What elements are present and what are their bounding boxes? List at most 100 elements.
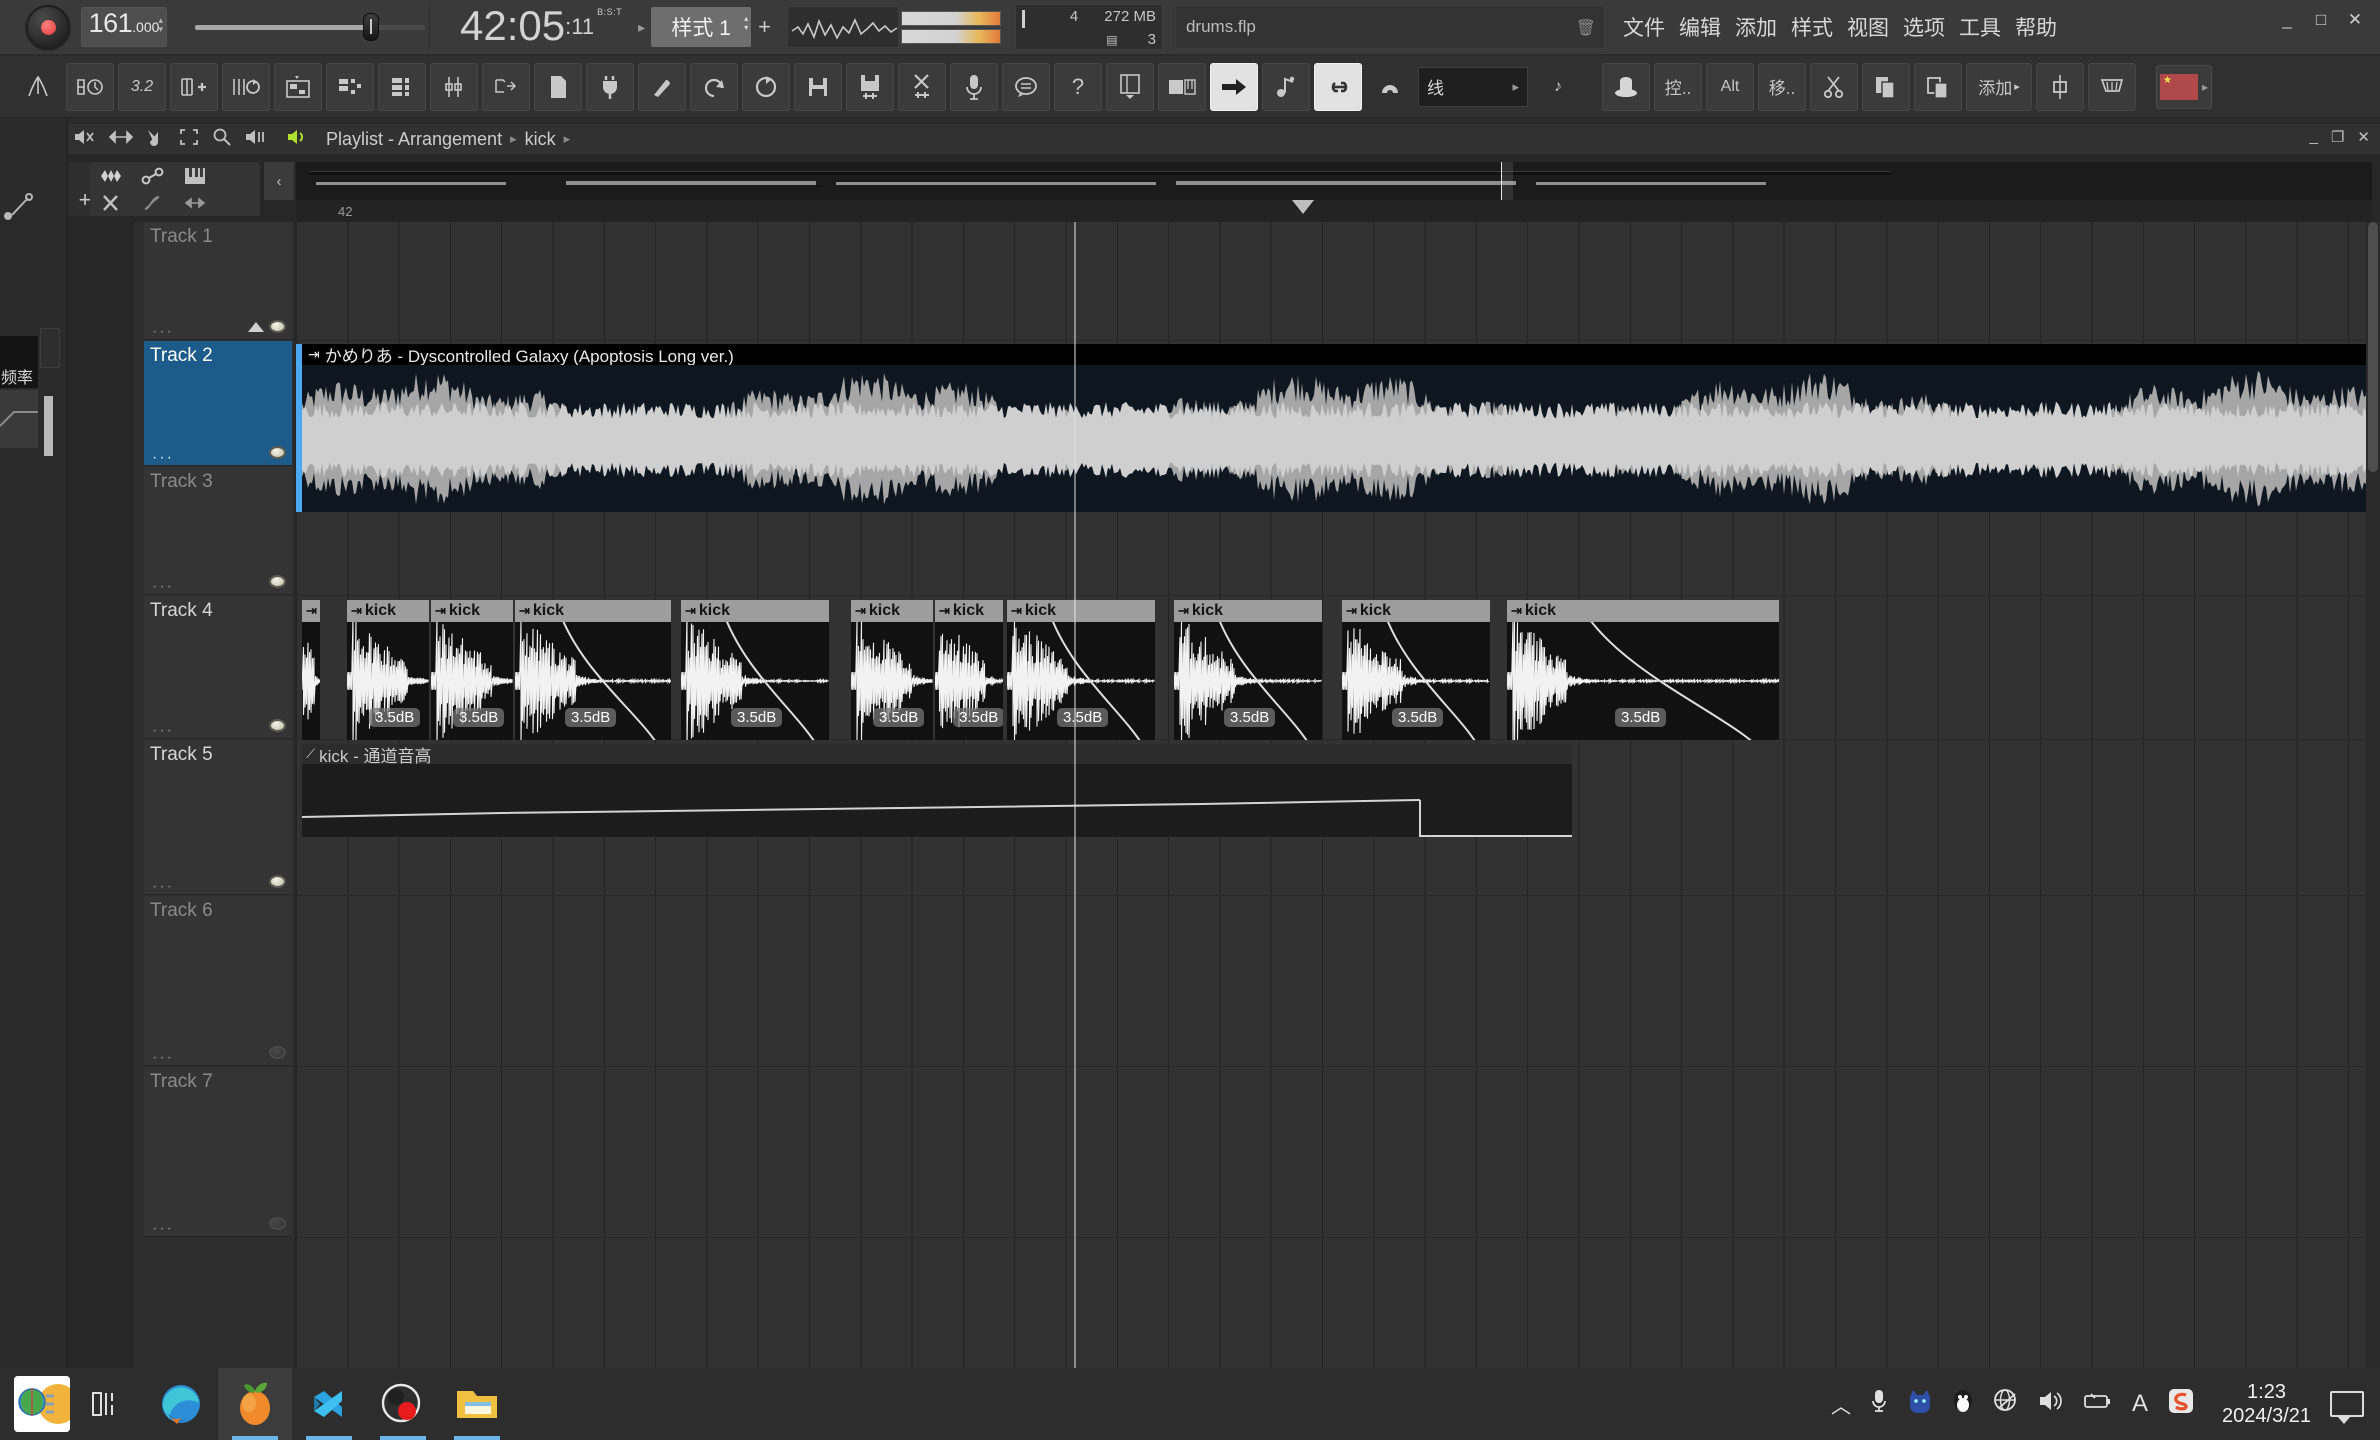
control-menu-button[interactable]: 控.. bbox=[1654, 62, 1702, 111]
resize-arrows-icon[interactable] bbox=[108, 129, 134, 150]
overview-viewport[interactable] bbox=[1501, 162, 1513, 200]
link-icon[interactable] bbox=[1314, 62, 1362, 111]
microphone-tray-icon[interactable] bbox=[1870, 1388, 1888, 1420]
active-speaker-icon[interactable] bbox=[286, 128, 308, 151]
help-icon[interactable]: ? bbox=[1054, 62, 1102, 111]
zoom-fit-icon[interactable] bbox=[179, 128, 199, 151]
pattern-selector[interactable]: 样式 1 ▴ ▾ bbox=[651, 7, 752, 47]
track-header-6[interactable]: Track 6 ··· bbox=[144, 896, 292, 1066]
breadcrumb-kick[interactable]: kick bbox=[525, 129, 556, 150]
kick-clip-gain-badge[interactable]: 3.5dB bbox=[731, 708, 783, 727]
menu-tools[interactable]: 工具 bbox=[1959, 12, 2001, 42]
automation-clip[interactable]: ⟋ kick - 通道音高 bbox=[302, 744, 1572, 837]
delete-tool-icon[interactable] bbox=[90, 189, 132, 216]
slice-tool-icon[interactable] bbox=[90, 162, 132, 189]
maximize-button[interactable]: □ bbox=[2310, 10, 2332, 30]
save-icon[interactable] bbox=[794, 62, 842, 111]
track-options-1[interactable]: ··· bbox=[152, 324, 174, 340]
menu-file[interactable]: 文件 bbox=[1623, 12, 1665, 42]
piano-roll-icon[interactable] bbox=[378, 62, 426, 111]
track-options-2[interactable]: ··· bbox=[152, 450, 174, 466]
plugin-picker-icon[interactable] bbox=[586, 62, 634, 111]
track-expand-triangle-icon[interactable] bbox=[248, 322, 264, 332]
track-lane-7[interactable] bbox=[296, 1067, 2372, 1238]
time-display[interactable]: 42:05 :11 B:S:T bbox=[460, 5, 622, 49]
start-button[interactable] bbox=[14, 1376, 70, 1432]
playlist-grid[interactable]: ⇥ かめりあ - Dyscontrolled Galaxy (Apoptosis… bbox=[296, 222, 2372, 1369]
add-pattern-icon[interactable] bbox=[170, 62, 218, 111]
draw-tool-icon[interactable] bbox=[132, 189, 174, 216]
cat-tray-icon[interactable] bbox=[1907, 1389, 1933, 1419]
cut-scissors-icon[interactable] bbox=[1810, 62, 1858, 111]
track-header-4[interactable]: Track 4 ··· bbox=[144, 596, 292, 739]
redo-icon[interactable] bbox=[742, 62, 790, 111]
alt-button[interactable]: Alt bbox=[1706, 62, 1754, 111]
move-menu-button[interactable]: 移.. bbox=[1758, 62, 1806, 111]
task-view-button[interactable] bbox=[70, 1368, 144, 1440]
menu-view[interactable]: 视图 bbox=[1847, 12, 1889, 42]
browser-icon[interactable] bbox=[482, 62, 530, 111]
menu-add[interactable]: 添加 bbox=[1735, 12, 1777, 42]
chevron-up-icon[interactable]: ︿ bbox=[1831, 1390, 1851, 1419]
track-led-6[interactable] bbox=[269, 1046, 286, 1059]
comment-icon[interactable] bbox=[1002, 62, 1050, 111]
add-menu-button[interactable]: 添加 ▸ bbox=[1966, 62, 2032, 111]
track-header-1[interactable]: Track 1 ··· bbox=[144, 222, 292, 340]
vscode-button[interactable] bbox=[292, 1368, 366, 1440]
magnifier-icon[interactable] bbox=[212, 128, 232, 151]
collapse-tracks-button[interactable]: ‹ bbox=[264, 162, 294, 200]
close-button[interactable]: ✕ bbox=[2344, 10, 2366, 30]
minimize-button[interactable]: _ bbox=[2276, 10, 2298, 30]
kick-clip[interactable]: ⇥ kick 3.5dB bbox=[515, 600, 671, 740]
close-x-icon[interactable] bbox=[74, 128, 96, 151]
mixer-icon[interactable] bbox=[430, 62, 478, 111]
export-icon[interactable] bbox=[846, 62, 894, 111]
fl-studio-button[interactable] bbox=[218, 1368, 292, 1440]
sogou-icon[interactable] bbox=[2167, 1387, 2195, 1421]
kick-clip-gain-badge[interactable]: 3.5dB bbox=[1224, 708, 1276, 727]
kick-clip[interactable]: ⇥ kick 3.5dB bbox=[1174, 600, 1322, 740]
playhead-marker-icon[interactable] bbox=[1292, 200, 1314, 214]
automation-clip-container[interactable]: ⟋ kick - 通道音高 bbox=[302, 744, 1572, 837]
slider-handle[interactable] bbox=[363, 13, 379, 41]
snap-cursor-icon[interactable] bbox=[146, 128, 166, 151]
playlist-close-button[interactable]: ✕ bbox=[2357, 128, 2370, 146]
paste-icon[interactable] bbox=[1914, 62, 1962, 111]
taskbar-clock[interactable]: 1:23 2024/3/21 bbox=[2222, 1380, 2311, 1428]
timeline-ruler[interactable]: 42 bbox=[296, 200, 2372, 222]
playlist-icon[interactable] bbox=[274, 62, 322, 111]
save-as-icon[interactable] bbox=[638, 62, 686, 111]
step-sequencer-icon[interactable] bbox=[326, 62, 374, 111]
audio-clip-container[interactable]: ⇥ かめりあ - Dyscontrolled Galaxy (Apoptosis… bbox=[296, 344, 2372, 512]
track-led-1[interactable] bbox=[269, 320, 286, 333]
shop-cart-icon[interactable] bbox=[2088, 62, 2136, 111]
volume-icon[interactable] bbox=[2038, 1390, 2064, 1418]
kick-clip-gain-badge[interactable]: 3.5dB bbox=[369, 708, 421, 727]
language-flag-button[interactable]: ▸ bbox=[2156, 64, 2212, 109]
kick-clip[interactable]: ⇥ kick 3.5dB bbox=[935, 600, 1003, 740]
multilink-icon[interactable] bbox=[1262, 62, 1310, 111]
track-options-4[interactable]: ··· bbox=[152, 723, 174, 739]
kick-clip-gain-badge[interactable]: 3.5dB bbox=[565, 708, 617, 727]
track-lane-1[interactable] bbox=[296, 222, 2372, 341]
tempo-field[interactable]: 161 .000 ▴ ▾ bbox=[81, 7, 167, 47]
cut-export-icon[interactable] bbox=[898, 62, 946, 111]
track-lane-6[interactable] bbox=[296, 896, 2372, 1067]
notification-icon[interactable] bbox=[2330, 1391, 2364, 1424]
file-explorer-button[interactable] bbox=[440, 1368, 514, 1440]
track-options-6[interactable]: ··· bbox=[152, 1050, 174, 1066]
track-led-5[interactable] bbox=[269, 875, 286, 888]
kick-clips-container[interactable]: ⇥ ⇥ kick 3.5dB ⇥ kick 3.5dB ⇥ kick 3.5dB ⇥ kick 3.5d… bbox=[302, 600, 2372, 740]
tempo-spinner-icon[interactable]: ▴ ▾ bbox=[158, 16, 163, 34]
track-header-3[interactable]: Track 3 ··· bbox=[144, 467, 292, 595]
audio-clip[interactable]: ⇥ かめりあ - Dyscontrolled Galaxy (Apoptosis… bbox=[302, 344, 2372, 512]
panel-knob-icon[interactable] bbox=[2, 190, 36, 224]
kick-clip[interactable]: ⇥ kick 3.5dB bbox=[347, 600, 429, 740]
kick-clip-gain-badge[interactable]: 3.5dB bbox=[873, 708, 925, 727]
track-header-2[interactable]: Track 2 ··· bbox=[144, 341, 292, 466]
vertical-scroll-thumb[interactable] bbox=[2368, 222, 2378, 472]
step-edit-arrow-icon[interactable] bbox=[1210, 62, 1258, 111]
select-tool-icon[interactable] bbox=[174, 189, 216, 216]
piano-tool-icon[interactable] bbox=[174, 162, 216, 189]
network-offline-icon[interactable] bbox=[1993, 1388, 2019, 1420]
